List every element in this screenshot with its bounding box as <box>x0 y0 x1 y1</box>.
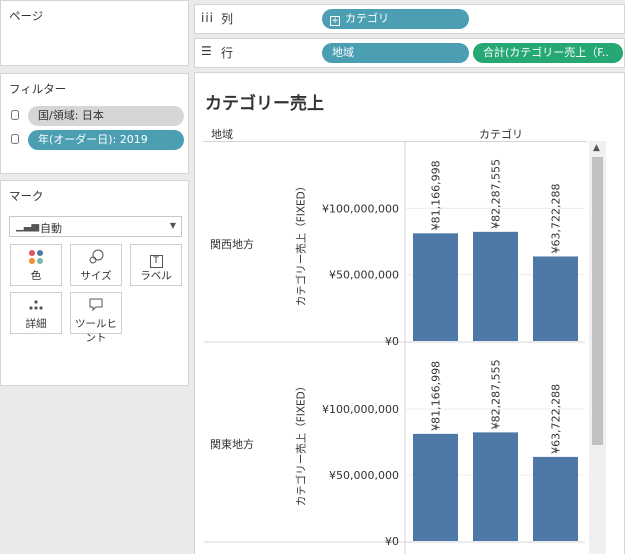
label-button-label: ラベル <box>140 270 172 282</box>
size-button[interactable]: サイズ <box>70 244 122 286</box>
columns-shelf-label: 列 <box>221 12 234 26</box>
filter-country-pill[interactable]: 国/領域: 日本 <box>28 106 184 126</box>
sales-measure-label: 合計(カテゴリー売上（F.. <box>483 46 609 59</box>
view-area: カテゴリー売上 地域 カテゴリ <box>194 72 625 554</box>
category-column-pill[interactable]: + カテゴリ <box>322 9 469 29</box>
view-title: カテゴリー売上 <box>205 94 324 114</box>
tooltip-button[interactable]: ツールヒント <box>70 292 122 344</box>
filter-country-label: 国/領域: 日本 <box>38 109 104 122</box>
filters-panel: フィルター 国/領域: 日本 年(オーダー日): 2019 <box>0 73 189 174</box>
region-row-label: 地域 <box>332 46 354 59</box>
bar-chart-icon: ▁▃▅ <box>16 221 40 232</box>
color-dots-icon <box>11 249 61 269</box>
chevron-down-icon: ▼ <box>169 221 176 230</box>
sales-measure-pill[interactable]: 合計(カテゴリー売上（F.. <box>473 43 623 63</box>
column-field-header: カテゴリ <box>479 128 523 141</box>
columns-icon: iii <box>201 11 215 25</box>
header-divider <box>203 141 587 142</box>
expand-icon: + <box>330 16 340 26</box>
rows-shelf[interactable]: ☰ 行 地域 合計(カテゴリー売上（F.. <box>194 38 625 68</box>
size-button-label: サイズ <box>80 270 112 282</box>
detail-dots-icon <box>11 297 61 317</box>
color-button-label: 色 <box>30 270 42 282</box>
y-axis-title-kanto: カテゴリー売上（FIXED） <box>295 380 308 507</box>
vertical-scrollbar[interactable]: ▲ <box>589 141 606 554</box>
filter-db-icon <box>11 110 19 120</box>
scroll-up-icon[interactable]: ▲ <box>593 143 600 153</box>
filter-year-label: 年(オーダー日): 2019 <box>38 133 148 146</box>
label-button[interactable]: T ラベル <box>130 244 182 286</box>
filter-db-icon <box>11 134 19 144</box>
rows-icon: ☰ <box>201 44 212 58</box>
mark-type-dropdown[interactable]: ▁▃▅ 自動 ▼ <box>9 216 182 237</box>
filters-title: フィルター <box>9 82 67 96</box>
size-circles-icon <box>71 249 121 269</box>
row-field-header: 地域 <box>211 128 233 141</box>
filter-year-pill[interactable]: 年(オーダー日): 2019 <box>28 130 184 150</box>
scrollbar-thumb[interactable] <box>592 157 603 445</box>
pages-panel: ページ <box>0 0 189 66</box>
text-label-icon: T <box>131 249 181 269</box>
columns-shelf[interactable]: iii 列 + カテゴリ <box>194 4 625 34</box>
detail-button[interactable]: 詳細 <box>10 292 62 334</box>
color-button[interactable]: 色 <box>10 244 62 286</box>
marks-title: マーク <box>9 189 44 203</box>
row-header-kanto: 関東地方 <box>210 438 254 451</box>
category-column-label: カテゴリ <box>345 12 389 25</box>
marks-panel: マーク ▁▃▅ 自動 ▼ 色 サイズ T ラベル 詳細 ツールヒント <box>0 180 189 386</box>
region-row-pill[interactable]: 地域 <box>322 43 469 63</box>
y-axis-title-kansai: カテゴリー売上（FIXED） <box>295 180 308 307</box>
mark-type-label: 自動 <box>40 222 62 235</box>
tooltip-button-label: ツールヒント <box>75 318 117 344</box>
rows-shelf-label: 行 <box>221 46 234 60</box>
detail-button-label: 詳細 <box>25 318 47 330</box>
row-header-kansai: 関西地方 <box>210 238 254 251</box>
pages-title: ページ <box>9 9 44 23</box>
speech-bubble-icon <box>71 297 121 317</box>
